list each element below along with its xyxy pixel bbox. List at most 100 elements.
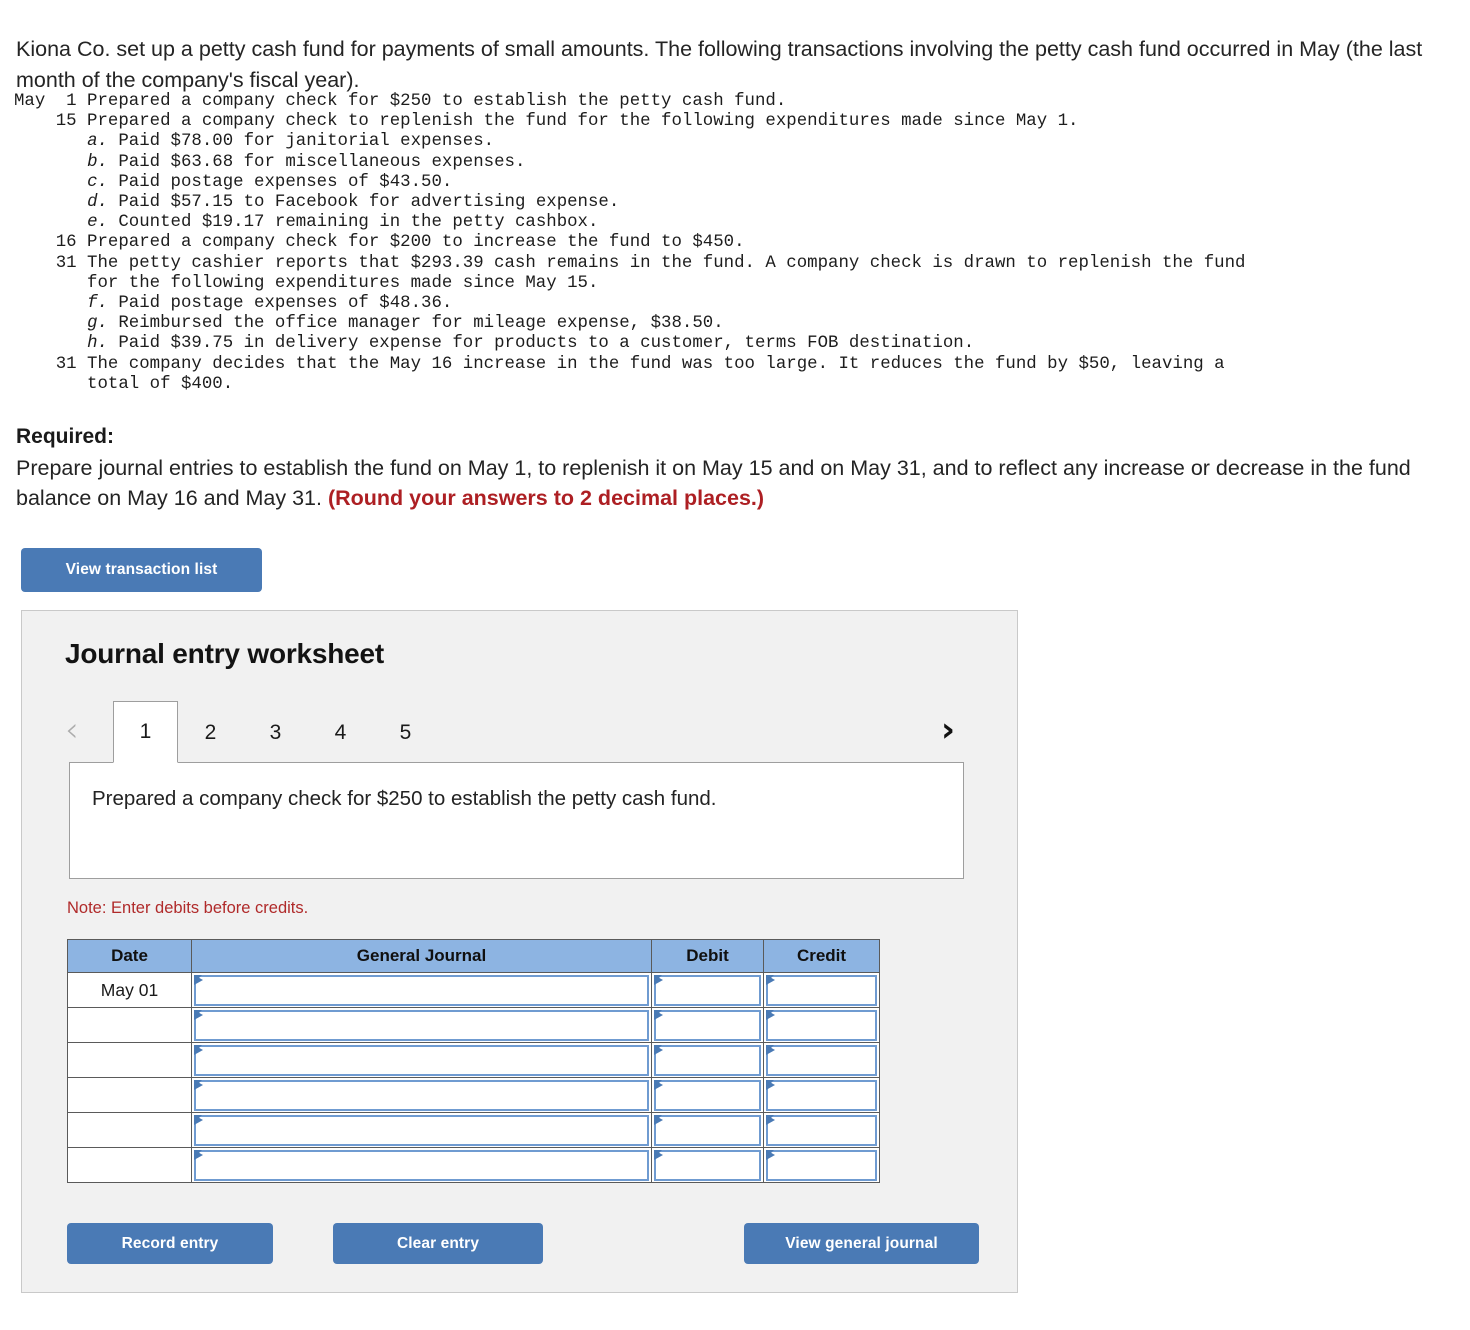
worksheet-tab-4[interactable]: 4 — [308, 701, 373, 763]
worksheet-tab-3[interactable]: 3 — [243, 701, 308, 763]
view-general-journal-button[interactable]: View general journal — [744, 1223, 979, 1264]
transaction-list-text: May 1 Prepared a company check for $250 … — [14, 92, 1454, 395]
worksheet-tab-5[interactable]: 5 — [373, 701, 438, 763]
journal-date-cell[interactable] — [67, 1147, 192, 1183]
debit-input[interactable] — [654, 1009, 761, 1041]
credit-input-field[interactable] — [768, 1011, 875, 1039]
journal-column-header: Credit — [763, 939, 880, 973]
transaction-line: total of $400. — [14, 374, 234, 394]
debit-input[interactable] — [654, 1149, 761, 1181]
general-journal-input-field[interactable] — [196, 976, 647, 1004]
general-journal-input-field[interactable] — [196, 1011, 647, 1039]
credit-input[interactable] — [766, 1009, 877, 1041]
transaction-line: c. Paid postage expenses of $43.50. — [87, 172, 453, 192]
problem-intro-paragraph: Kiona Co. set up a petty cash fund for p… — [16, 36, 1423, 92]
debit-input-field[interactable] — [656, 1081, 759, 1109]
debit-input-field[interactable] — [656, 1011, 759, 1039]
credit-input-cell — [763, 1147, 880, 1183]
general-journal-input-field[interactable] — [196, 1116, 647, 1144]
journal-date-cell[interactable] — [67, 1077, 192, 1113]
transaction-line: b. Paid $63.68 for miscellaneous expense… — [87, 152, 526, 172]
general-journal-input-cell — [191, 972, 652, 1008]
transaction-description-box: Prepared a company check for $250 to est… — [69, 762, 964, 879]
journal-column-header: Debit — [651, 939, 764, 973]
general-journal-input-field[interactable] — [196, 1151, 647, 1179]
worksheet-tab-1[interactable]: 1 — [113, 701, 178, 763]
required-section: Required: Prepare journal entries to est… — [16, 423, 1441, 513]
general-journal-input[interactable] — [194, 1044, 649, 1076]
worksheet-tab-2[interactable]: 2 — [178, 701, 243, 763]
general-journal-input-field[interactable] — [196, 1081, 647, 1109]
transaction-line: 31 The petty cashier reports that $293.3… — [14, 253, 1246, 273]
credit-input-cell — [763, 1077, 880, 1113]
journal-entry-row — [67, 1077, 880, 1113]
credit-input-field[interactable] — [768, 1081, 875, 1109]
general-journal-input[interactable] — [194, 1009, 649, 1041]
debit-input[interactable] — [654, 1044, 761, 1076]
journal-column-header: General Journal — [191, 939, 652, 973]
general-journal-input[interactable] — [194, 1079, 649, 1111]
debit-input-field[interactable] — [656, 1046, 759, 1074]
general-journal-input[interactable] — [194, 974, 649, 1006]
worksheet-title: Journal entry worksheet — [65, 638, 385, 669]
view-transaction-list-button[interactable]: View transaction list — [21, 548, 262, 592]
worksheet-tab-label: 3 — [269, 720, 282, 744]
debit-input-field[interactable] — [656, 1151, 759, 1179]
record-entry-button[interactable]: Record entry — [67, 1223, 273, 1264]
debit-input-field[interactable] — [656, 1116, 759, 1144]
chevron-right-icon[interactable]: › — [941, 709, 955, 751]
credit-input[interactable] — [766, 1044, 877, 1076]
debit-input-cell — [651, 1112, 764, 1148]
general-journal-input-field[interactable] — [196, 1046, 647, 1074]
transaction-description-text: Prepared a company check for $250 to est… — [92, 787, 717, 810]
credit-input[interactable] — [766, 1114, 877, 1146]
credit-input[interactable] — [766, 1079, 877, 1111]
debit-input-cell — [651, 1077, 764, 1113]
transaction-line: a. Paid $78.00 for janitorial expenses. — [87, 132, 495, 152]
journal-date-cell[interactable]: May 01 — [67, 972, 192, 1008]
transaction-line: May 1 Prepared a company check for $250 … — [14, 92, 787, 111]
worksheet-tab-label: 2 — [204, 720, 217, 744]
transaction-line: for the following expenditures made sinc… — [14, 273, 599, 293]
required-heading: Required: — [16, 425, 115, 448]
journal-date-cell[interactable] — [67, 1112, 192, 1148]
transaction-line: f. Paid postage expenses of $48.36. — [87, 294, 453, 314]
journal-entry-row — [67, 1042, 880, 1078]
worksheet-tab-label: 1 — [139, 720, 152, 743]
journal-column-header: Date — [67, 939, 192, 973]
required-emphasis: (Round your answers to 2 decimal places.… — [327, 486, 765, 510]
credit-input-field[interactable] — [768, 1116, 875, 1144]
credit-input-cell — [763, 1042, 880, 1078]
credit-input-cell — [763, 1112, 880, 1148]
transaction-line: 31 The company decides that the May 16 i… — [14, 354, 1225, 374]
transaction-line: 15 Prepared a company check to replenish… — [14, 112, 1079, 132]
transaction-line: 16 Prepared a company check for $200 to … — [14, 233, 745, 253]
debit-input-cell — [651, 1147, 764, 1183]
journal-date-cell[interactable] — [67, 1007, 192, 1043]
journal-entry-row — [67, 1112, 880, 1148]
journal-date-cell[interactable] — [67, 1042, 192, 1078]
debit-input[interactable] — [654, 1079, 761, 1111]
credit-input-field[interactable] — [768, 976, 875, 1004]
credit-input[interactable] — [766, 1149, 877, 1181]
journal-entry-row: May 01 — [67, 972, 880, 1008]
required-body: Prepare journal entries to establish the… — [16, 453, 1441, 513]
journal-entry-worksheet-panel: Journal entry worksheet ‹ › 1 2 3 4 5 Prepar… — [21, 610, 1018, 1293]
credit-input-field[interactable] — [768, 1046, 875, 1074]
general-journal-input[interactable] — [194, 1114, 649, 1146]
journal-entry-table: Date General Journal Debit Credit May 01 — [67, 939, 880, 1183]
transaction-line: h. Paid $39.75 in delivery expense for p… — [87, 334, 975, 354]
credit-input[interactable] — [766, 974, 877, 1006]
debit-input[interactable] — [654, 1114, 761, 1146]
general-journal-input[interactable] — [194, 1149, 649, 1181]
general-journal-input-cell — [191, 1077, 652, 1113]
credit-input-field[interactable] — [768, 1151, 875, 1179]
chevron-left-icon[interactable]: ‹ — [65, 709, 79, 751]
debit-input[interactable] — [654, 974, 761, 1006]
general-journal-input-cell — [191, 1112, 652, 1148]
general-journal-input-cell — [191, 1007, 652, 1043]
clear-entry-button[interactable]: Clear entry — [333, 1223, 543, 1264]
debits-before-credits-note: Note: Enter debits before credits. — [67, 899, 309, 917]
journal-entry-row — [67, 1007, 880, 1043]
debit-input-field[interactable] — [656, 976, 759, 1004]
